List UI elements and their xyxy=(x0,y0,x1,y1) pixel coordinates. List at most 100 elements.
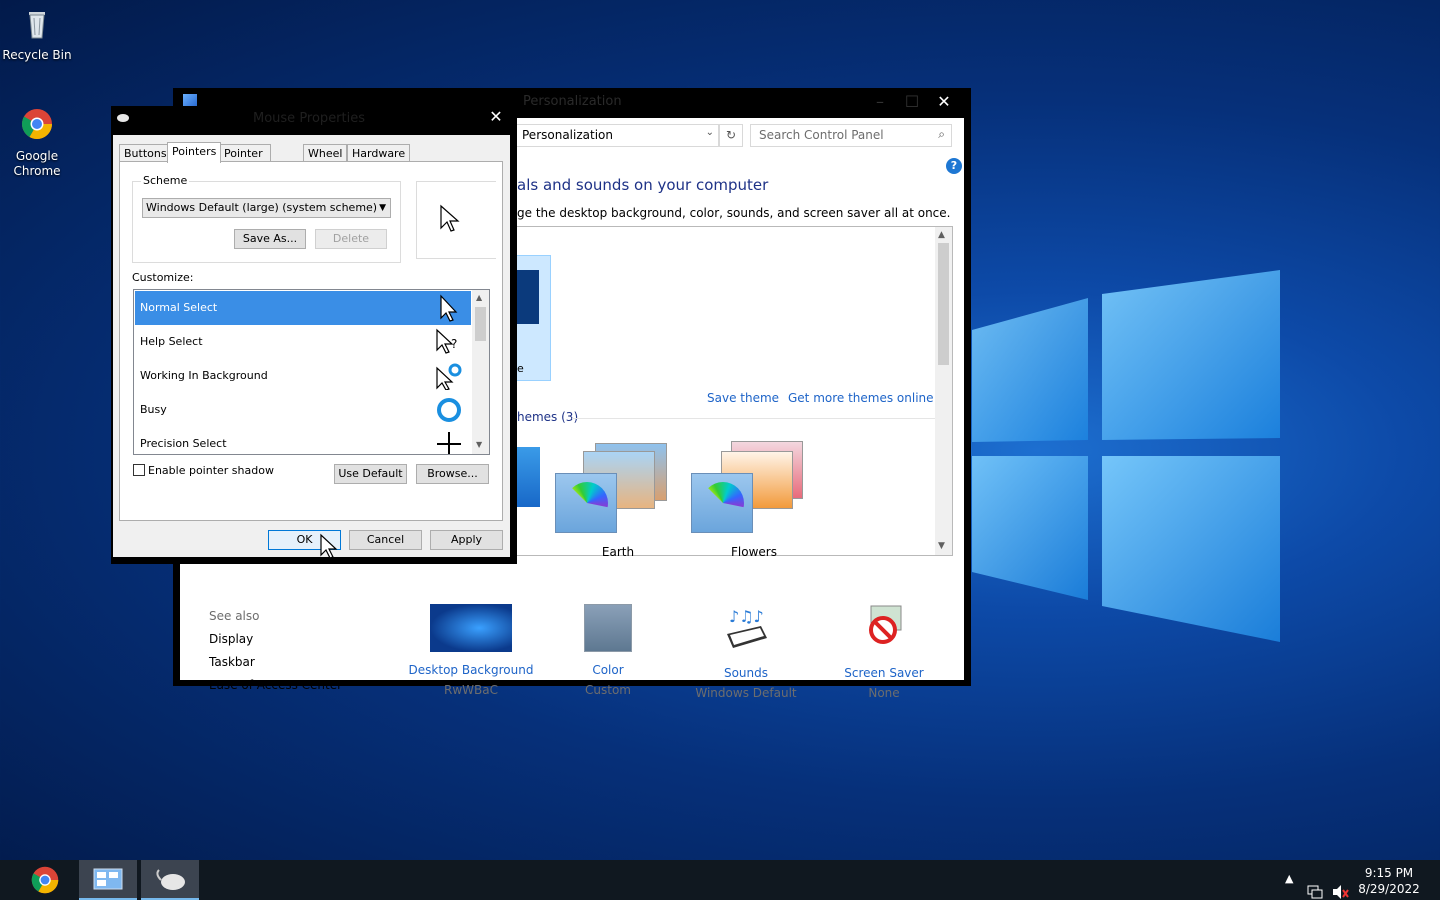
cursor-row-busy[interactable]: Busy xyxy=(135,393,471,427)
theme-earth[interactable]: Earth xyxy=(555,439,681,559)
cursor-row-normal-select[interactable]: Normal Select xyxy=(135,291,471,325)
cursor-row-precision-select[interactable]: Precision Select xyxy=(135,427,471,454)
page-heading: als and sounds on your computer xyxy=(517,176,769,194)
desktop-google-chrome[interactable]: Google Chrome xyxy=(0,92,74,179)
desktop-background-option[interactable]: Desktop Background RwWBaC xyxy=(406,604,536,700)
taskbar-chrome[interactable] xyxy=(17,860,75,900)
precision-cursor-icon xyxy=(437,432,461,454)
mouse-icon xyxy=(117,114,129,122)
cursor-name: Working In Background xyxy=(140,369,268,382)
option-label: Screen Saver xyxy=(844,666,924,680)
address-bar[interactable]: Personalization ⌄ xyxy=(515,124,719,147)
option-label: Desktop Background xyxy=(408,663,534,677)
tab-hardware[interactable]: Hardware xyxy=(347,144,411,162)
desktop-icon-label: Recycle Bin xyxy=(2,48,72,62)
control-panel-icon xyxy=(183,94,197,106)
see-also-ease-of-access-link[interactable]: Ease of Access Center xyxy=(209,674,342,697)
cursor-row-working-in-background[interactable]: Working In Background xyxy=(135,359,471,393)
use-default-button[interactable]: Use Default xyxy=(334,464,407,484)
cursor-list-scrollbar[interactable]: ▲ ▼ xyxy=(472,290,489,454)
tab-wheel[interactable]: Wheel xyxy=(303,144,348,162)
cursor-name: Precision Select xyxy=(140,437,227,450)
see-also-header: See also xyxy=(209,609,260,623)
busy-cursor-icon xyxy=(437,398,461,422)
save-as-button[interactable]: Save As... xyxy=(234,229,306,249)
show-hidden-icons-icon[interactable]: ▲ xyxy=(1285,872,1293,900)
color-icon xyxy=(584,604,632,652)
themes-scrollbar[interactable]: ▲ ▼ xyxy=(935,227,952,555)
wheel-shape xyxy=(702,482,744,508)
scheme-legend: Scheme xyxy=(141,174,190,187)
themes-list[interactable]: e Save theme Get more themes online heme… xyxy=(516,226,953,559)
desktop-recycle-bin[interactable]: Recycle Bin xyxy=(0,6,74,63)
checkbox-label: Enable pointer shadow xyxy=(148,464,274,477)
clock-time: 9:15 PM xyxy=(1364,866,1414,880)
tab-pointers[interactable]: Pointers xyxy=(167,142,222,163)
tab-buttons[interactable]: Buttons xyxy=(119,144,172,162)
browse-button[interactable]: Browse... xyxy=(416,464,489,484)
clock[interactable]: 9:15 PM 8/29/2022 xyxy=(1346,865,1432,897)
see-also-taskbar-link[interactable]: Taskbar xyxy=(209,651,342,674)
search-input[interactable]: Search Control Panel ⌕ xyxy=(750,124,952,147)
taskbar-control-panel[interactable] xyxy=(79,860,137,900)
window-title: Personalization xyxy=(523,94,622,109)
cancel-button[interactable]: Cancel xyxy=(349,530,422,550)
minimize-icon[interactable]: – xyxy=(863,91,897,113)
close-icon[interactable]: ✕ xyxy=(927,91,961,113)
scroll-up-icon[interactable]: ▲ xyxy=(476,293,482,302)
wheel-shape xyxy=(566,482,608,508)
help-select-cursor-icon: ? xyxy=(436,328,457,354)
close-icon[interactable]: ✕ xyxy=(481,106,511,128)
see-also-display-link[interactable]: Display xyxy=(209,628,342,651)
page-subheading: ge the desktop background, color, sounds… xyxy=(517,206,951,220)
theme-flowers[interactable]: Flowers xyxy=(691,439,817,559)
scheme-value: Windows Default (large) (system scheme) xyxy=(146,201,378,214)
refresh-icon[interactable]: ↻ xyxy=(719,124,743,147)
network-icon[interactable] xyxy=(1306,872,1324,900)
scroll-thumb[interactable] xyxy=(938,243,949,365)
delete-button[interactable]: Delete xyxy=(315,229,387,249)
cursor-list[interactable]: Normal Select Help Select ? Working In B… xyxy=(133,289,490,455)
windows-logo-wallpaper xyxy=(972,270,1280,642)
apply-button[interactable]: Apply xyxy=(430,530,503,550)
color-option[interactable]: Color Custom xyxy=(543,604,673,700)
customize-label: Customize: xyxy=(132,271,194,284)
scroll-thumb[interactable] xyxy=(475,307,486,341)
scroll-down-icon[interactable]: ▼ xyxy=(938,541,945,551)
scroll-down-icon[interactable]: ▼ xyxy=(476,440,482,449)
option-value: RwWBaC xyxy=(444,683,498,697)
search-placeholder: Search Control Panel xyxy=(759,128,884,142)
option-label: Sounds xyxy=(723,666,769,680)
save-theme-link[interactable]: Save theme xyxy=(707,391,779,405)
chevron-down-icon[interactable]: ⌄ xyxy=(706,127,714,138)
option-value: Windows Default xyxy=(695,686,797,700)
normal-select-cursor-icon xyxy=(440,294,458,322)
chrome-icon xyxy=(31,866,59,894)
screen-saver-icon xyxy=(869,605,902,644)
address-text: Personalization xyxy=(522,128,613,142)
maximize-icon[interactable]: ☐ xyxy=(895,91,929,113)
see-also-panel: See also Display Taskbar Ease of Access … xyxy=(209,605,342,697)
screen-saver-option[interactable]: Screen Saver None xyxy=(819,604,949,703)
taskbar-mouse-properties[interactable] xyxy=(141,860,199,900)
get-more-themes-link[interactable]: Get more themes online xyxy=(788,391,934,405)
theme-thumbnail[interactable] xyxy=(517,447,540,507)
tab-pointer-options[interactable]: Pointer Options xyxy=(219,144,272,177)
dialog-title: Mouse Properties xyxy=(253,111,366,126)
desktop-icon-label: Google Chrome xyxy=(13,149,61,178)
cursor-row-help-select[interactable]: Help Select ? xyxy=(135,325,471,359)
search-icon[interactable]: ⌕ xyxy=(938,127,945,142)
pointer-shadow-checkbox[interactable]: Enable pointer shadow xyxy=(133,464,274,477)
chevron-down-icon[interactable]: ▼ xyxy=(379,199,386,217)
clock-date: 8/29/2022 xyxy=(1358,882,1420,896)
sounds-option[interactable]: ♪♫♪ Sounds Windows Default xyxy=(681,604,811,703)
mouse-pointer-icon xyxy=(320,533,338,559)
checkbox-box[interactable] xyxy=(133,464,145,476)
pointers-panel: Scheme Windows Default (large) (system s… xyxy=(119,161,503,521)
scroll-up-icon[interactable]: ▲ xyxy=(938,230,945,240)
selected-theme[interactable]: e xyxy=(517,255,551,381)
svg-text:?: ? xyxy=(451,337,457,351)
option-value: Custom xyxy=(585,683,631,697)
help-icon[interactable]: ? xyxy=(946,158,962,174)
scheme-select[interactable]: Windows Default (large) (system scheme) … xyxy=(142,198,391,218)
